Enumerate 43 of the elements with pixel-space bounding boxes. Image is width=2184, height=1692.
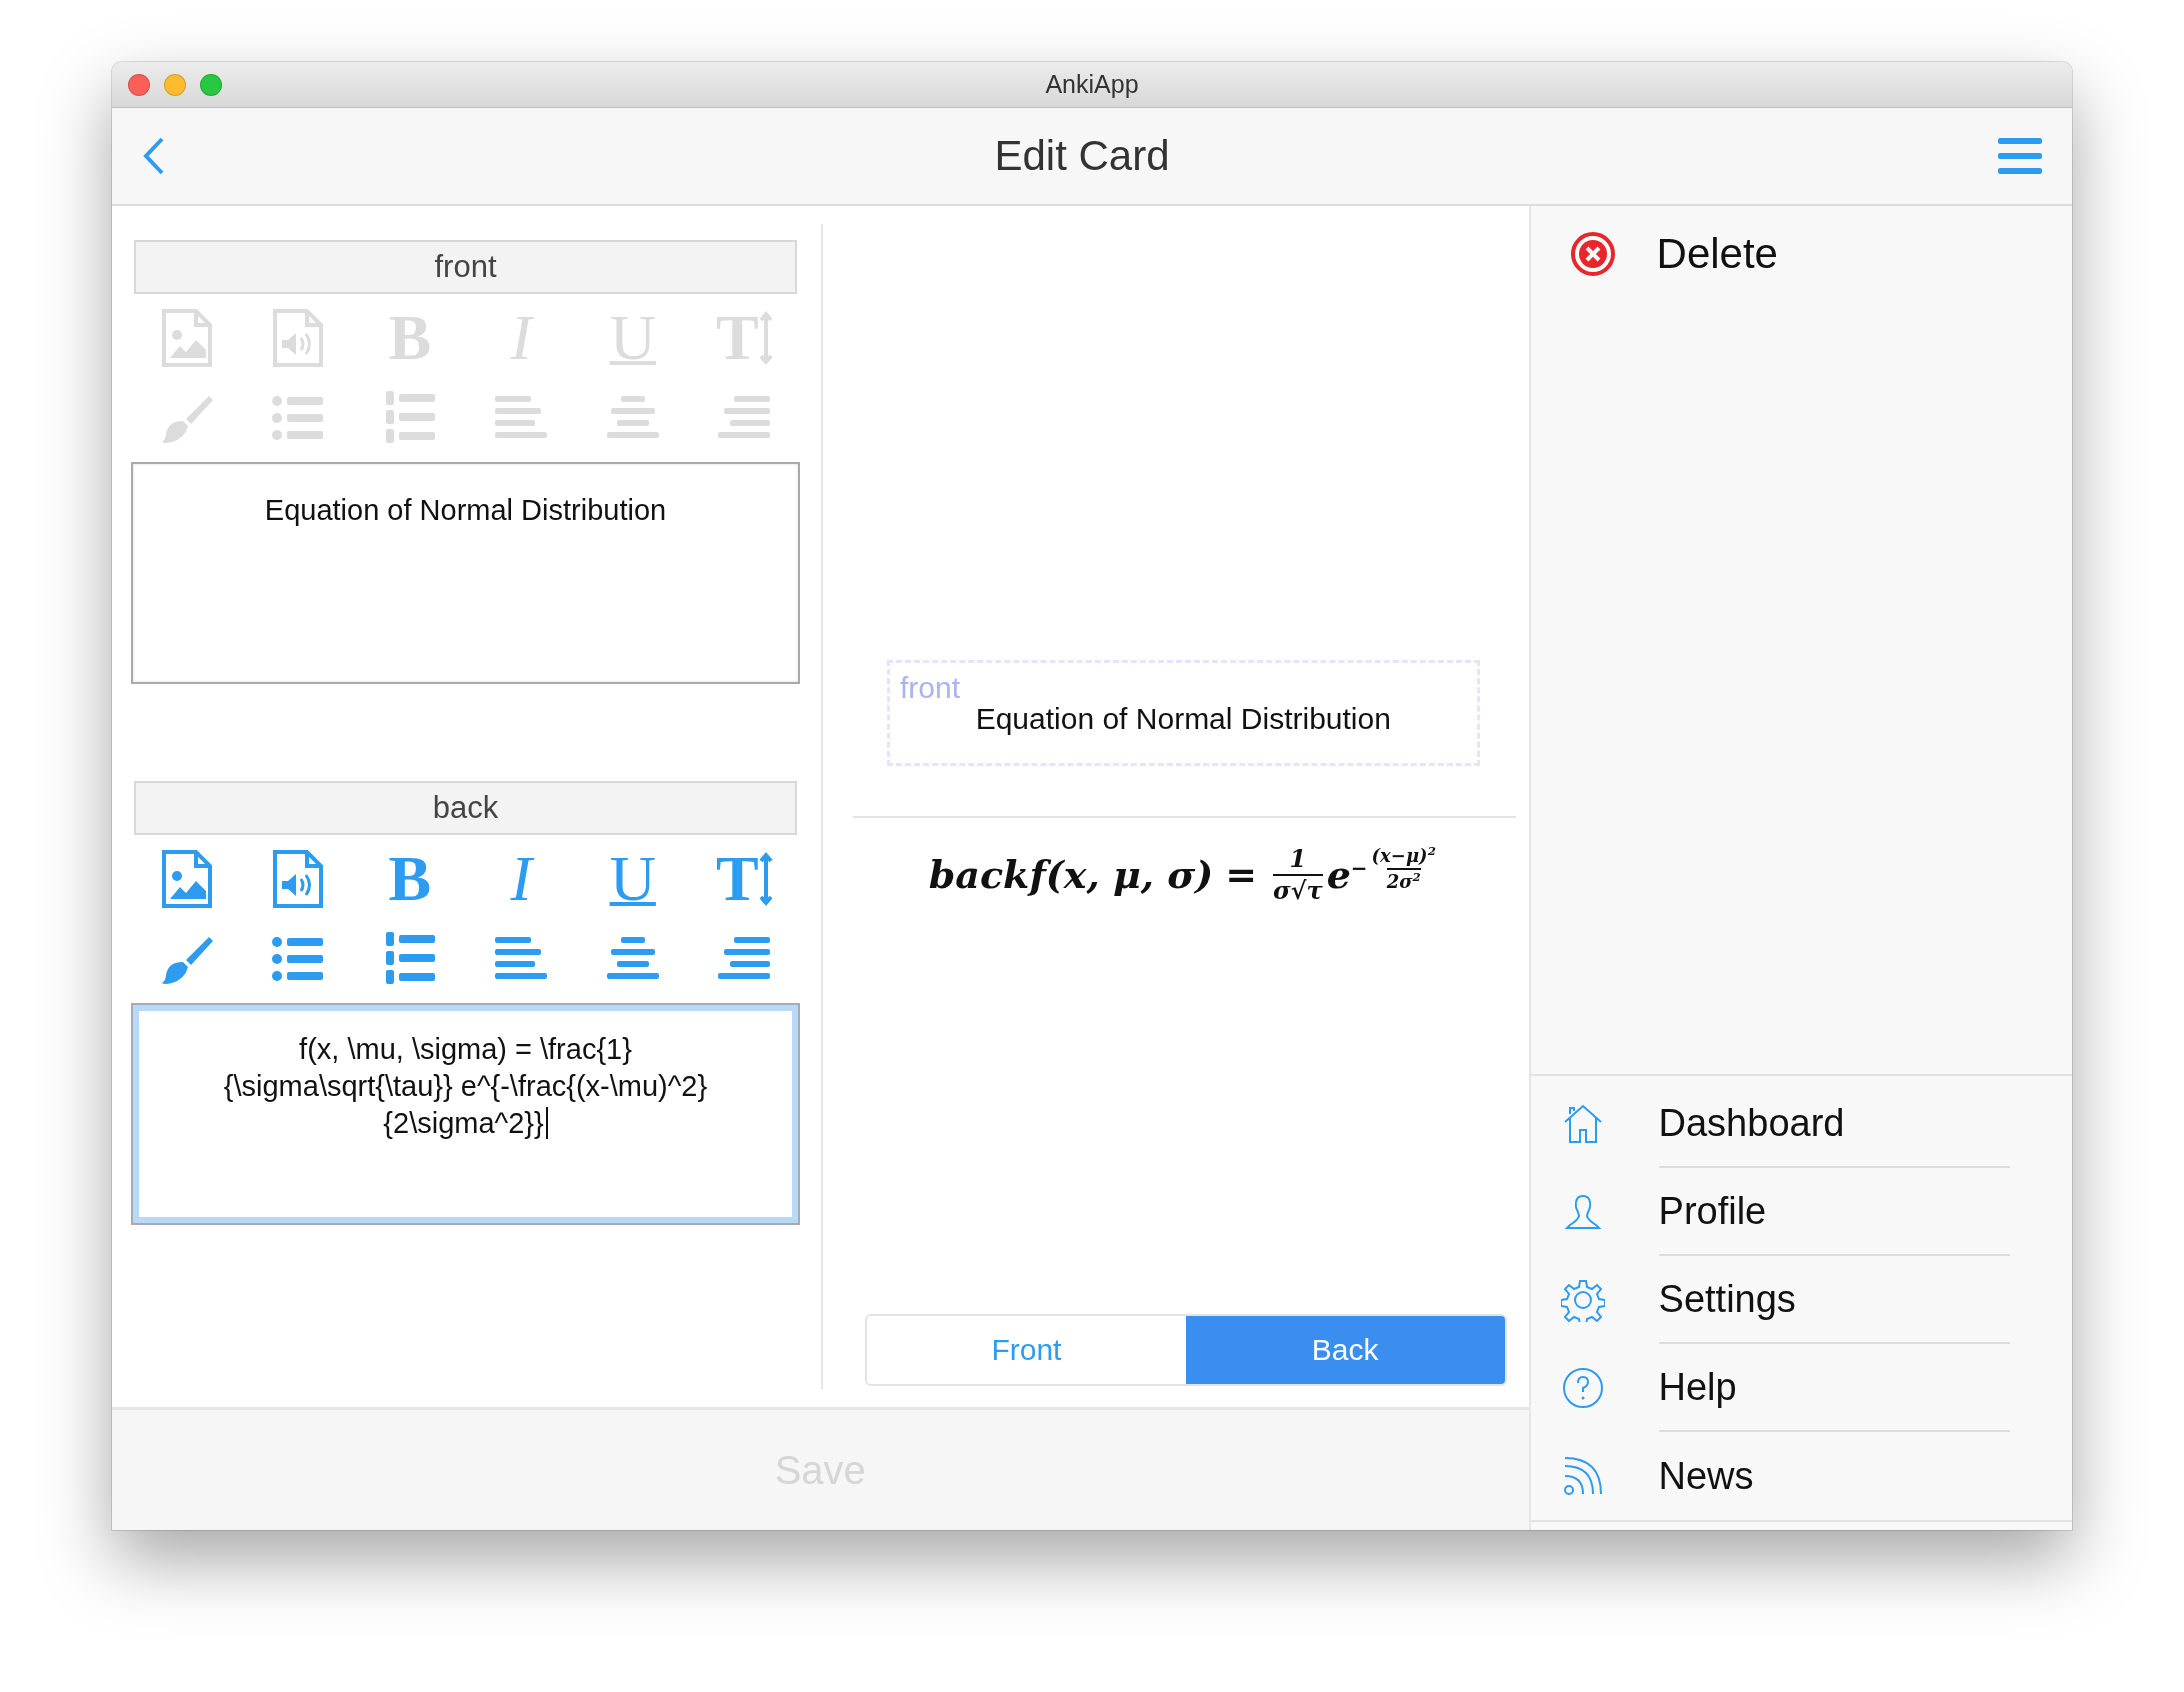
side-label: front <box>900 671 961 705</box>
card-text-field[interactable]: f(x, \mu, \sigma) = \frac{1}{\sigma\sqrt{\tau}} e^{-\frac{(x-\mu)^2}{2\sigma^2}} <box>131 1003 800 1225</box>
help-icon <box>1560 1366 1605 1410</box>
window-title: AnkiApp <box>1045 70 1139 99</box>
numbered-list-icon <box>383 931 436 987</box>
page-title: Edit Card <box>994 132 1170 180</box>
bullet-list-icon <box>272 937 325 981</box>
sidebar-item[interactable]: Dashboard <box>1530 1080 2072 1168</box>
format-button[interactable]: I <box>486 846 557 912</box>
gear-icon <box>1560 1278 1605 1322</box>
bullet-list-icon <box>272 396 325 440</box>
bold-icon: B <box>388 847 432 911</box>
minimize-button[interactable] <box>164 74 186 96</box>
close-button[interactable] <box>128 74 150 96</box>
delete-icon <box>1570 232 1615 276</box>
sidebar-item[interactable]: Profile <box>1530 1168 2072 1256</box>
align-right-icon <box>718 937 771 981</box>
sidebar-item[interactable]: Settings <box>1530 1256 2072 1344</box>
image-file-icon <box>160 308 213 368</box>
back-chevron-icon[interactable] <box>142 136 166 176</box>
delete-button[interactable]: Delete <box>1530 206 2072 302</box>
align-center-icon <box>606 396 659 440</box>
side-tab[interactable]: Back <box>1185 1316 1505 1384</box>
menu-icon[interactable] <box>1998 138 2042 174</box>
align-center-icon <box>606 937 659 981</box>
side-header: front <box>134 240 797 294</box>
numbered-list-icon <box>383 390 436 446</box>
front-preview-text: Equation of Normal Distribution <box>975 702 1391 736</box>
format-button[interactable]: B <box>374 846 445 912</box>
audio-file-icon <box>272 849 325 909</box>
audio-file-icon <box>272 308 325 368</box>
format-button[interactable]: U <box>597 846 668 912</box>
format-button[interactable]: T <box>709 846 780 912</box>
align-left-icon <box>495 937 548 981</box>
sidebar-item[interactable]: News <box>1530 1432 2072 1520</box>
align-right-icon <box>718 396 771 440</box>
sidebar-item[interactable]: Help <box>1530 1344 2072 1432</box>
zoom-button[interactable] <box>200 74 222 96</box>
align-left-icon <box>495 396 548 440</box>
side-header: back <box>134 781 797 835</box>
underline-icon: U <box>609 847 656 911</box>
image-file-icon <box>160 849 213 909</box>
card-text-field[interactable]: Equation of Normal Distribution <box>131 462 800 684</box>
